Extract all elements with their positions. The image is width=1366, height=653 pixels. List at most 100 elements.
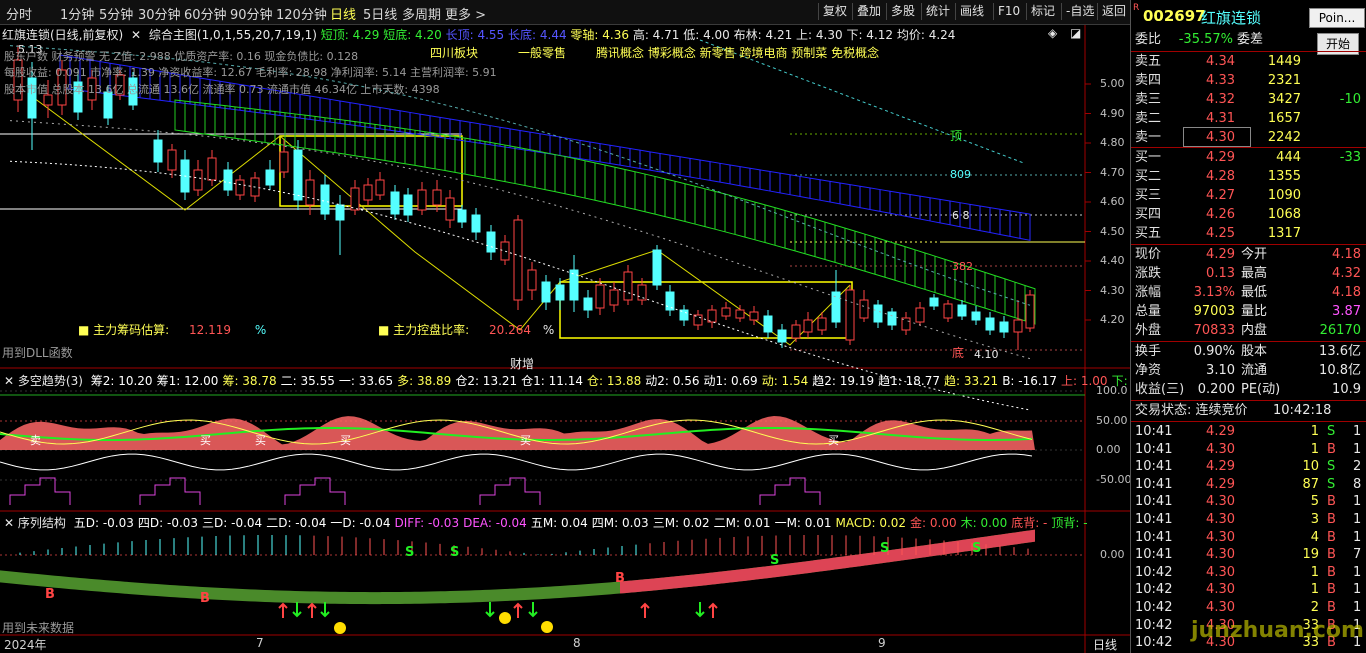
stat-value: 0.13	[1206, 266, 1235, 281]
indicator2-close-icon[interactable]: ✕	[4, 516, 14, 530]
candle-body	[999, 321, 1009, 333]
popup-title[interactable]: Poin...	[1309, 8, 1365, 28]
indicator2-signal-letter: S	[972, 541, 981, 556]
tick-time: 10:41	[1135, 529, 1173, 545]
stock-period-label: 红旗连锁(日线,前复权)	[2, 28, 124, 42]
indicator1-white-line	[0, 453, 1033, 471]
tick-count: 1	[1353, 529, 1362, 545]
indicator2-value: DIFF: -0.03	[394, 516, 460, 530]
fund-value: 3.10	[1206, 363, 1235, 378]
stat-value: 4.29	[1206, 247, 1235, 262]
sell-level-row[interactable]: 卖五 4.34 1449	[1131, 52, 1366, 71]
price-axis-label: 4.80	[1100, 136, 1125, 149]
sell-level-price: 4.31	[1206, 111, 1235, 126]
tick-price: 4.29	[1206, 424, 1235, 439]
stat-label: 量比	[1241, 304, 1268, 319]
tick-time: 10:41	[1135, 512, 1173, 527]
indicator2-value: 四M: 0.03	[591, 516, 649, 530]
tick-count: 1	[1353, 564, 1362, 580]
indicator1-close-icon[interactable]: ✕	[4, 374, 14, 388]
tick-row: 10:41 4.30 3 B 1	[1131, 511, 1366, 528]
buy-level-label: 买三	[1135, 188, 1162, 203]
indicator1-signal-mark: 卖	[30, 434, 41, 447]
candle-body	[791, 324, 801, 339]
finance-info-line3: 股本市值 总股本 13.6亿 总流通 13.6亿 流通率 0.73 流通市值 4…	[4, 83, 440, 96]
control-ratio: ■ 主力控盘比率: 20.264 %	[378, 321, 554, 338]
candle-body	[167, 149, 177, 171]
legend-high: 高: 4.71	[632, 28, 680, 42]
candle-body	[223, 169, 233, 191]
sell-level-price: 4.34	[1206, 54, 1235, 69]
buy-level-volume: 1090	[1267, 188, 1301, 203]
chart-expand-icon[interactable]: ◪	[1070, 26, 1081, 40]
chart-close-icon[interactable]: ✕	[131, 28, 141, 42]
candle-body	[320, 184, 330, 215]
stock-code: 002697	[1143, 7, 1206, 25]
tick-row: 10:42 4.30 1 B 1	[1131, 564, 1366, 581]
sell-level-row[interactable]: 卖三 4.32 3427 -10	[1131, 90, 1366, 109]
indicator1-title[interactable]: 多空趋势(3)	[18, 374, 83, 388]
buy-level-price: 4.25	[1206, 226, 1235, 241]
chip-unit: %	[254, 323, 267, 337]
price-axis-label: 4.20	[1100, 313, 1125, 326]
control-unit: %	[542, 323, 555, 337]
fund-value: 0.90%	[1193, 344, 1235, 359]
indicator1-axis-label: 50.00	[1096, 414, 1128, 427]
indicator2-title[interactable]: 序列结构	[18, 516, 66, 530]
sell-level-row[interactable]: 卖四 4.33 2321	[1131, 71, 1366, 90]
r-mark: R	[1133, 3, 1140, 13]
tick-price: 4.30	[1206, 547, 1235, 563]
period-indicator[interactable]: 日线	[1093, 636, 1117, 653]
indicator2-value: 金: 0.00	[910, 516, 957, 530]
buy-level-label: 买二	[1135, 169, 1162, 184]
indicator2-value: 五M: 0.04	[530, 516, 588, 530]
fib-382-label: 382	[952, 260, 973, 273]
stat-value: 4.18	[1332, 285, 1361, 300]
concept-industry[interactable]: 一般零售	[518, 44, 566, 61]
indicator1-value: 筹2: 10.20	[90, 374, 153, 388]
tick-price: 4.29	[1206, 476, 1235, 492]
weicha-label: 委差	[1237, 32, 1264, 47]
tick-price: 4.30	[1206, 529, 1235, 545]
candle-body	[305, 179, 315, 206]
candle-body	[873, 304, 883, 323]
tick-volume: 19	[1302, 547, 1319, 563]
buy-level-row[interactable]: 买四 4.26 1068	[1131, 205, 1366, 224]
weibi-row: 委比 -35.57% 委差	[1131, 30, 1366, 49]
tick-side: B	[1327, 441, 1336, 457]
buy-level-row[interactable]: 买三 4.27 1090	[1131, 186, 1366, 205]
indicator1-step-box	[479, 477, 541, 505]
buy-level-row[interactable]: 买二 4.28 1355	[1131, 167, 1366, 186]
chip-estimate: ■ 主力筹码估算: 12.119 %	[78, 321, 266, 338]
buy-level-row[interactable]: 买五 4.25 1317	[1131, 224, 1366, 243]
formula-label[interactable]: 综合主图(1,0,1,55,20,7,19,1)	[149, 28, 317, 42]
concept-themes[interactable]: 腾讯概念 博彩概念 新零售 跨境电商 预制菜 免税概念	[596, 44, 879, 61]
candle-body	[500, 241, 510, 261]
tick-count: 1	[1353, 441, 1362, 457]
indicator2-value: 四D: -0.03	[137, 516, 199, 530]
legend-boll: 布林: 4.21	[733, 28, 793, 42]
candle-body	[859, 299, 869, 319]
weibi-value: -35.57%	[1178, 32, 1233, 47]
concept-sector[interactable]: 四川板块	[430, 44, 478, 61]
tick-time: 10:41	[1135, 459, 1173, 475]
indicator2-value: 五D: -0.03	[73, 516, 134, 530]
indicator2-value: 木: 0.00	[960, 516, 1008, 530]
sell-level-change: -10	[1339, 92, 1361, 107]
indicator1-value: 仓2: 13.21	[455, 374, 518, 388]
chart-settings-icon[interactable]: ◈	[1048, 26, 1057, 40]
stat-value: 26170	[1319, 323, 1361, 338]
buy-level-row[interactable]: 买一 4.29 444 -33	[1131, 148, 1366, 167]
finance-info-line1: 股东户数 财务预警 无 Z值: 2.988 优质资产率: 0.16 现金负债比:…	[4, 50, 359, 63]
candle-body	[985, 317, 995, 331]
buy-level-label: 买四	[1135, 207, 1162, 222]
candle-body	[693, 314, 703, 326]
indicator1-value: 趋: 33.21	[943, 374, 999, 388]
sell-level-row[interactable]: 卖二 4.31 1657	[1131, 109, 1366, 128]
legend-upper: 上: 4.30	[796, 28, 843, 42]
chip-bullet-icon: ■	[78, 323, 90, 337]
buy-level-price: 4.29	[1206, 150, 1235, 165]
price-axis-label: 4.60	[1100, 195, 1125, 208]
indicator1-header: ✕ 多空趋势(3) 筹2: 10.20 筹1: 12.00 筹: 38.78 二: 3…	[4, 372, 1158, 389]
date-label-year: 2024年	[4, 638, 47, 652]
